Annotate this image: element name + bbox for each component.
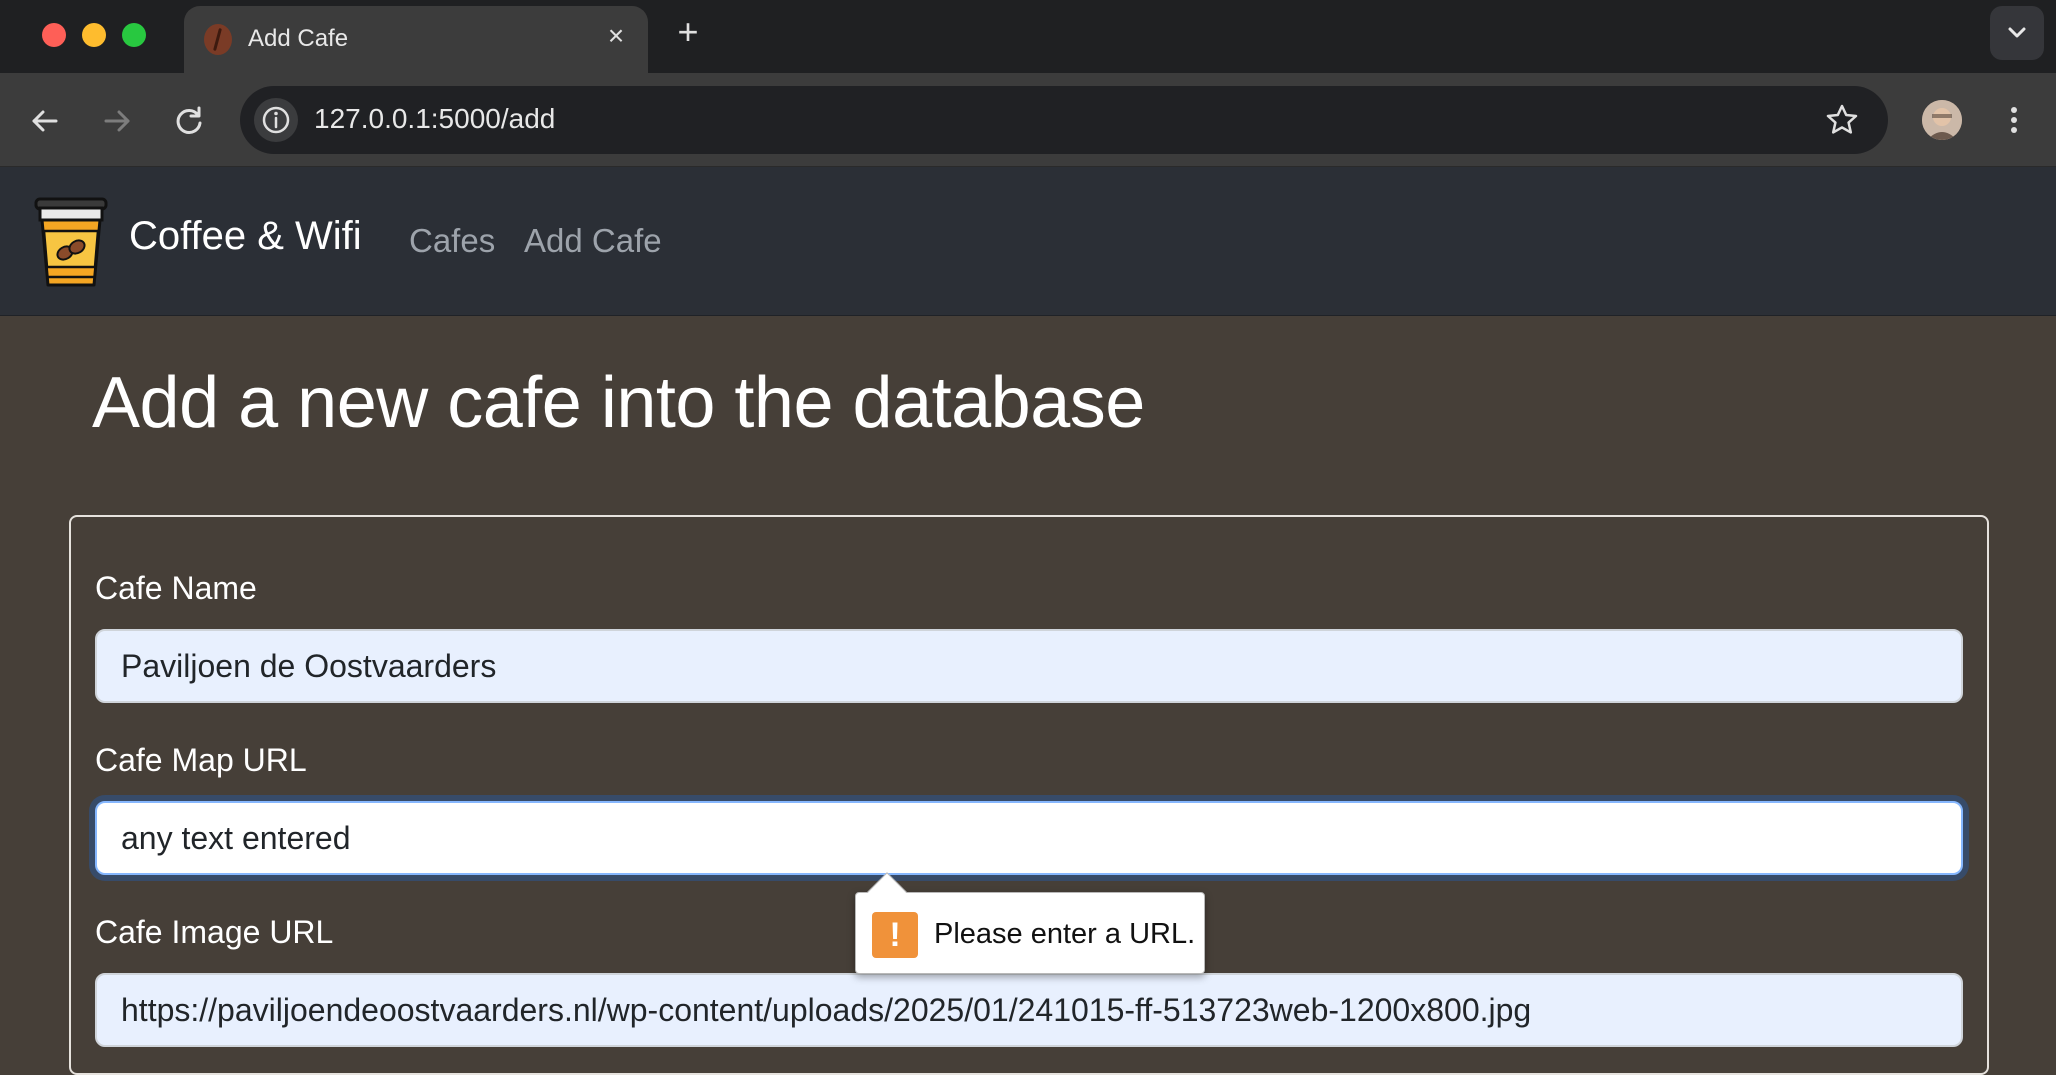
close-tab-button[interactable]: × [600, 20, 632, 52]
arrow-right-icon [104, 110, 130, 132]
info-icon [262, 106, 290, 134]
site-info-button[interactable] [254, 98, 298, 142]
nav-link-add-cafe[interactable]: Add Cafe [524, 222, 662, 260]
cafe-image-url-label: Cafe Image URL [95, 914, 334, 950]
coffee-cup-logo-icon[interactable] [32, 195, 110, 291]
profile-avatar[interactable] [1922, 100, 1962, 140]
chevron-down-icon [2008, 27, 2026, 38]
forward-button[interactable] [96, 100, 138, 142]
window-close-button[interactable] [42, 23, 66, 47]
tab-title: Add Cafe [248, 25, 349, 52]
nav-link-cafes[interactable]: Cafes [409, 222, 495, 260]
window-zoom-button[interactable] [122, 23, 146, 47]
cafe-image-url-value: https://paviljoendeoostvaarders.nl/wp-co… [121, 991, 1532, 1028]
cafe-map-url-label: Cafe Map URL [95, 742, 307, 778]
new-tab-button[interactable]: + [670, 14, 706, 50]
validation-message: Please enter a URL. [934, 918, 1196, 950]
cafe-image-url-input[interactable]: https://paviljoendeoostvaarders.nl/wp-co… [95, 973, 1963, 1047]
star-icon [1826, 104, 1858, 134]
browser-menu-button[interactable] [2000, 100, 2028, 140]
cafe-name-input[interactable]: Paviljoen de Oostvaarders [95, 629, 1963, 703]
coffee-bean-icon [204, 24, 232, 55]
browser-tab-active[interactable]: Add Cafe × [184, 6, 648, 73]
reload-button[interactable] [168, 100, 210, 142]
cafe-map-url-value: any text entered [121, 819, 351, 856]
window-minimize-button[interactable] [82, 23, 106, 47]
cafe-name-label: Cafe Name [95, 570, 257, 606]
tab-search-button[interactable] [1990, 6, 2044, 60]
bookmark-button[interactable] [1822, 100, 1862, 140]
cafe-name-value: Paviljoen de Oostvaarders [121, 647, 497, 684]
reload-icon [176, 106, 202, 134]
back-button[interactable] [24, 100, 66, 142]
more-vertical-icon [2011, 107, 2017, 133]
address-bar-url[interactable]: 127.0.0.1:5000/add [314, 103, 555, 135]
cafe-map-url-input[interactable]: any text entered [95, 801, 1963, 875]
site-brand[interactable]: Coffee & Wifi [129, 214, 362, 259]
page-title: Add a new cafe into the database [92, 363, 1145, 443]
warning-icon: ! [872, 912, 918, 958]
user-photo-icon [1922, 100, 1962, 140]
arrow-left-icon [32, 110, 58, 132]
